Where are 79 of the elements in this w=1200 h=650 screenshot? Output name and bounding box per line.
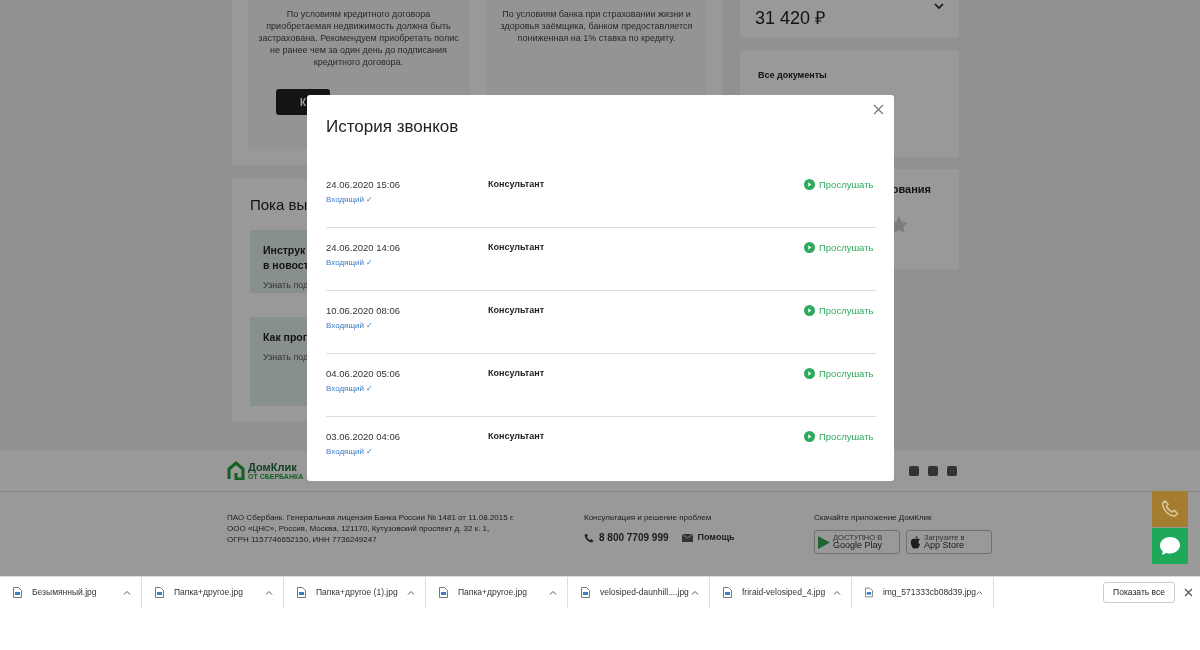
call-direction: Входящий ✓	[326, 382, 375, 395]
insurance-description: По условиям кредитного договора приобретаемая недвижимость должна быть застрахована. Рекомендуем приобретать полис не ранее чем за один день до подписания кредитного договора.	[258, 8, 459, 68]
promo-title: Пока вы	[250, 195, 308, 215]
documents-link[interactable]: Все документы	[758, 69, 941, 83]
call-direction: Входящий ✓	[326, 193, 375, 206]
support-title: Консультация и решение проблем	[584, 512, 713, 524]
file-icon	[13, 587, 22, 598]
apple-icon	[910, 535, 921, 549]
download-item[interactable]: Безымянный.jpg	[0, 577, 142, 608]
call-button[interactable]	[1152, 491, 1188, 527]
article-title: Как прог	[263, 329, 308, 345]
download-item[interactable]: Папка+другое.jpg	[426, 577, 568, 608]
caret-up-icon[interactable]	[833, 590, 841, 595]
file-icon	[439, 587, 448, 598]
file-icon	[581, 587, 590, 598]
phone-icon	[584, 532, 594, 543]
file-name: Папка+другое.jpg	[458, 586, 528, 599]
legal-text: ООО «ЦНС», Россия, Москва, 121170, Кутузовский проспект д. 32 к. 1,	[227, 523, 491, 534]
file-name: Папка+другое (1).jpg	[316, 586, 399, 599]
store-name: App Store	[924, 541, 965, 551]
caller-name: Консультант	[488, 366, 546, 380]
caret-up-icon[interactable]	[976, 590, 983, 595]
caret-up-icon[interactable]	[123, 590, 131, 595]
app-title: Скачайте приложение ДомКлик	[814, 512, 933, 524]
call-datetime: 24.06.2020 14:06	[326, 240, 401, 255]
phone-number[interactable]: 8 800 7709 999	[599, 530, 669, 545]
play-store-icon	[818, 535, 830, 549]
close-icon[interactable]	[1184, 588, 1193, 597]
play-icon	[804, 179, 815, 191]
play-icon	[804, 368, 815, 380]
caret-up-icon[interactable]	[691, 590, 699, 595]
call-direction: Входящий ✓	[326, 445, 375, 458]
download-item[interactable]: Папка+другое (1).jpg	[284, 577, 426, 608]
play-icon	[804, 305, 815, 317]
file-name: Папка+другое.jpg	[174, 586, 244, 599]
store-name: Google Play	[833, 541, 883, 551]
file-icon	[723, 587, 732, 598]
close-icon[interactable]	[873, 104, 884, 115]
call-datetime: 03.06.2020 04:06	[326, 429, 401, 444]
price-text: 31 420 ₽	[755, 7, 826, 30]
mail-icon	[681, 533, 693, 542]
download-item[interactable]: img_571333cb08d39.jpg	[852, 577, 994, 608]
call-datetime: 04.06.2020 05:06	[326, 366, 401, 381]
call-datetime: 24.06.2020 15:06	[326, 177, 401, 192]
phone-icon	[1161, 500, 1179, 518]
caller-name: Консультант	[488, 177, 546, 191]
download-item[interactable]: friraid-velosiped_4.jpg	[710, 577, 852, 608]
call-datetime: 10.06.2020 08:06	[326, 303, 401, 318]
show-all-button[interactable]: Показать все	[1103, 582, 1175, 603]
file-name: img_571333cb08d39.jpg	[882, 586, 976, 599]
caret-up-icon[interactable]	[549, 590, 557, 595]
play-icon	[804, 431, 815, 443]
download-item[interactable]: velosiped-daunhill....jpg	[568, 577, 710, 608]
file-name: velosiped-daunhill....jpg	[600, 586, 690, 599]
article-title: Инструк в новост	[263, 242, 309, 273]
file-name: Безымянный.jpg	[32, 586, 98, 599]
legal-text: ОГРН 1157746652150, ИНН 7736249247	[227, 534, 378, 545]
download-item[interactable]: Папка+другое.jpg	[142, 577, 284, 608]
file-icon	[297, 587, 306, 598]
caret-up-icon[interactable]	[407, 590, 415, 595]
call-direction: Входящий ✓	[326, 319, 375, 332]
file-icon	[865, 587, 873, 598]
logo-title: ДомКлик	[248, 461, 298, 473]
house-icon	[227, 461, 245, 480]
play-icon	[804, 242, 815, 254]
caller-name: Консультант	[488, 429, 546, 443]
call-direction: Входящий ✓	[326, 256, 375, 269]
chevron-down-icon[interactable]	[934, 3, 944, 10]
file-icon	[155, 587, 164, 598]
chat-icon	[1159, 536, 1181, 556]
dialog-title: История звонков	[326, 116, 460, 138]
caret-up-icon[interactable]	[265, 590, 273, 595]
caller-name: Консультант	[488, 240, 546, 254]
help-link[interactable]: Помощь	[697, 530, 735, 545]
legal-text: ПАО Сбербанк. Генеральная лицензия Банка России № 1481 от 11.08.2015 г.	[227, 512, 516, 523]
file-name: friraid-velosiped_4.jpg	[742, 586, 827, 599]
chat-button[interactable]	[1152, 528, 1188, 564]
caller-name: Консультант	[488, 303, 546, 317]
insurance-description: По условиям банка при страховании жизни и здоровья заёмщика, банком предоставляется пониженная на 1% ставка по кредиту.	[499, 8, 694, 44]
